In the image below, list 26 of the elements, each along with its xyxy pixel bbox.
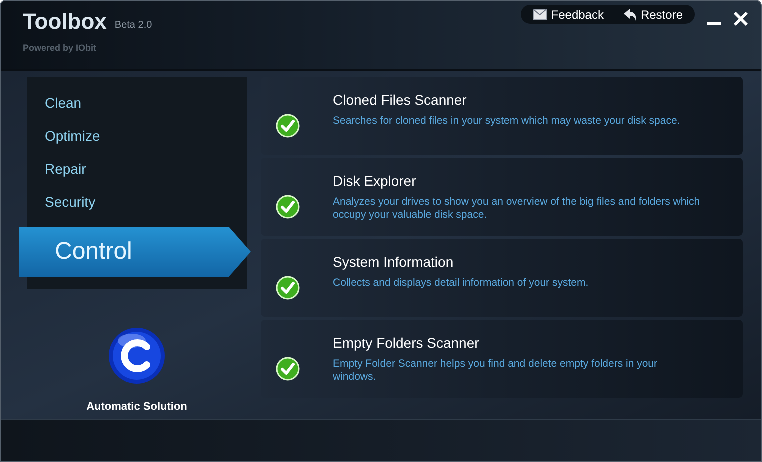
category-item[interactable]: Optimize (27, 120, 247, 153)
back-arrow-icon (624, 8, 637, 20)
envelope-icon (533, 9, 548, 20)
tool-card[interactable]: System Information Collects and displays detail information of your system. (261, 239, 743, 317)
subtitle: Powered by IObit (23, 42, 98, 55)
restore-link[interactable]: Restore (624, 6, 683, 24)
tool-description: Searches for cloned files in your system which may waste your disk space. (333, 115, 682, 128)
feedback-link[interactable]: Feedback (533, 6, 604, 24)
c-logo-icon (108, 327, 166, 385)
tool-description: Collects and displays detail information of your system. (333, 277, 590, 290)
window-title: Toolbox (23, 11, 107, 33)
tool-title: Disk Explorer (333, 172, 418, 191)
tool-title: Cloned Files Scanner (333, 91, 468, 110)
automatic-solution-label: Automatic Solution (86, 400, 188, 415)
tool-title: Empty Folders Scanner (333, 334, 480, 353)
category-item[interactable]: Clean (27, 87, 247, 120)
tool-card[interactable]: Disk Explorer Analyzes your drives to show you an overview of the big files and folders which occupy your valuable disk space. (261, 158, 743, 236)
close-icon[interactable] (733, 11, 749, 27)
version-label: Beta 2.0 (114, 19, 152, 33)
tool-description: Analyzes your drives to show you an overview of the big files and folders which occupy your valuable disk space. (333, 196, 702, 222)
tool-title: System Information (333, 253, 455, 272)
tool-description: Empty Folder Scanner helps you find and delete empty folders in your windows. (333, 358, 659, 384)
category-item[interactable]: Security (27, 186, 247, 219)
tool-card[interactable]: Empty Folders Scanner Empty Folder Scanner helps you find and delete empty folders in your windows. (261, 320, 743, 398)
category-item[interactable]: Control (19, 227, 251, 277)
category-item[interactable]: Repair (27, 153, 247, 186)
